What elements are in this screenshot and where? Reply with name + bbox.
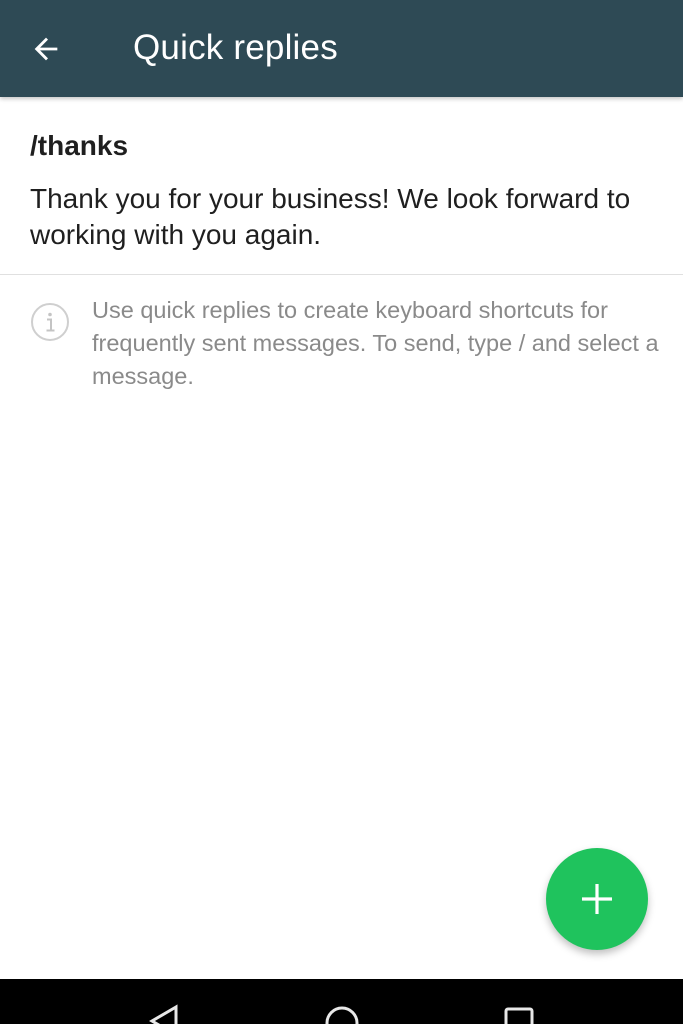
app-bar: Quick replies [0,0,683,97]
back-button[interactable] [18,21,74,77]
info-text: Use quick replies to create keyboard sho… [92,297,659,389]
quick-replies-screen: Quick replies /thanks Thank you for your… [0,0,683,1024]
add-quick-reply-button[interactable] [546,848,648,950]
info-section: Use quick replies to create keyboard sho… [0,294,683,404]
back-triangle-icon[interactable] [146,1003,182,1024]
recents-square-icon[interactable] [502,1003,538,1024]
plus-icon [582,884,612,914]
info-icon [31,303,69,341]
quick-reply-shortcut: /thanks [30,130,129,161]
quick-reply-message: Thank you for your business! We look for… [30,183,631,250]
home-circle-icon[interactable] [324,1003,360,1024]
system-navigation-bar [0,979,683,1024]
arrow-left-icon [34,37,58,61]
quick-reply-item[interactable]: /thanks Thank you for your business! We … [0,97,683,275]
page-title: Quick replies [133,28,338,67]
